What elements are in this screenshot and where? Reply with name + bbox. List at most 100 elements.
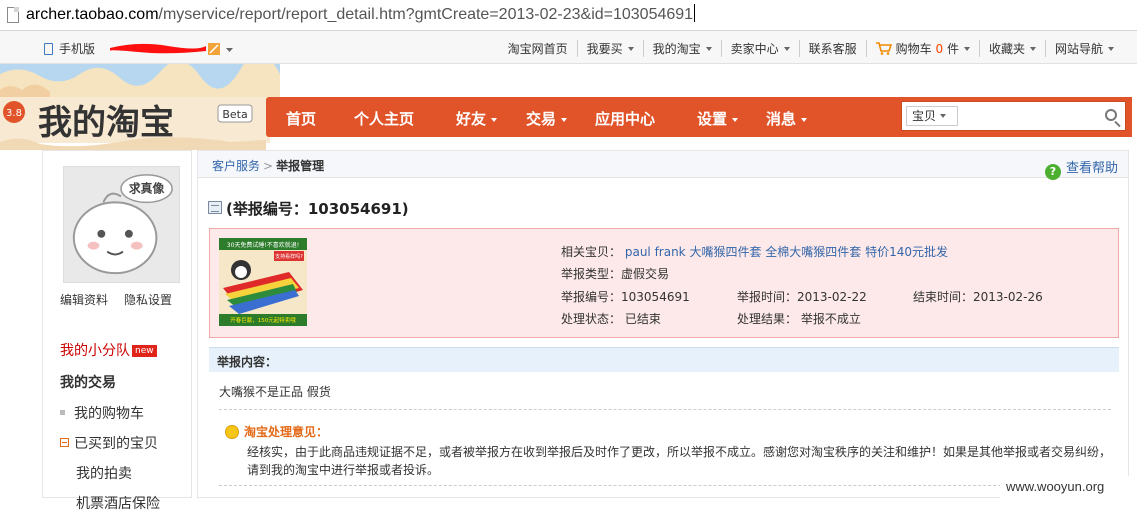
- info-value: 2013-02-26: [973, 290, 1043, 304]
- info-label: 结束时间：: [913, 290, 973, 304]
- edit-profile-link[interactable]: 编辑资料: [60, 293, 108, 307]
- info-label: 处理状态：: [561, 312, 621, 326]
- info-label: 举报类型：: [561, 267, 621, 281]
- top-nav-cart[interactable]: 购物车 0 件: [866, 40, 979, 57]
- breadcrumb-separator: >: [263, 159, 273, 173]
- favorites-label: 收藏夹: [989, 42, 1025, 56]
- nav-settings[interactable]: 设置: [697, 108, 738, 129]
- top-nav-seller-label: 卖家中心: [731, 42, 779, 56]
- logo-date-badge: 3.8: [6, 108, 22, 119]
- info-label: 相关宝贝：: [561, 245, 621, 259]
- my-taobao-logo[interactable]: 3.8 我的淘宝 Beta: [0, 64, 280, 150]
- nav-friends-label: 好友: [456, 110, 486, 128]
- sidebar-item-bought[interactable]: 已买到的宝贝: [60, 433, 158, 453]
- privacy-settings-link[interactable]: 隐私设置: [124, 293, 172, 307]
- info-value: 103054691: [621, 290, 690, 304]
- collapse-icon[interactable]: [60, 438, 69, 447]
- nav-messages[interactable]: 消息: [766, 108, 807, 129]
- info-value: 2013-02-22: [797, 290, 867, 304]
- help-link[interactable]: ? 查看帮助: [1045, 157, 1118, 180]
- my-group-link[interactable]: 我的小分队new: [60, 340, 157, 360]
- chevron-down-icon: [226, 48, 233, 52]
- nav-home[interactable]: 首页: [286, 108, 316, 129]
- nav-friends[interactable]: 好友: [456, 108, 497, 129]
- info-type-row: 举报类型：虚假交易: [561, 265, 669, 282]
- divider: [219, 409, 1111, 410]
- info-product-row: 相关宝贝： paul frank 大嘴猴四件套 全棉大嘴猴四件套 特价140元批…: [561, 243, 948, 260]
- search-box: 宝贝: [901, 101, 1126, 131]
- avatar-bubble-text: 求真像: [129, 182, 165, 196]
- url-text[interactable]: archer.taobao.com/myservice/report/repor…: [26, 4, 695, 24]
- nav-trade-label: 交易: [526, 110, 556, 128]
- search-scope-select[interactable]: 宝贝: [906, 106, 958, 126]
- mobile-label: 手机版: [59, 42, 95, 56]
- sidebar-item-travel[interactable]: 机票酒店保险: [76, 493, 160, 513]
- phone-icon: [44, 43, 53, 55]
- breadcrumb-customer-service[interactable]: 客户服务: [212, 159, 260, 173]
- sidebar-item-label: 我的购物车: [74, 406, 144, 422]
- report-info-box: 30天免费试睡!不喜欢就退! 支持看样吗? 开春巨献，150元起特卖哦 相关宝贝…: [209, 228, 1119, 338]
- report-title-text: (举报编号：103054691): [226, 200, 409, 218]
- group-label: 我的小分队: [60, 343, 130, 359]
- profile-links: 编辑资料 隐私设置: [60, 291, 188, 308]
- top-nav-buy-label: 我要买: [587, 42, 623, 56]
- sidebar-item-label: 机票酒店保险: [76, 496, 160, 512]
- site-top-bar: 手机版 淘宝网首页我要买 我的淘宝 卖家中心 联系客服购物车 0 件收藏夹 网站导航: [0, 31, 1137, 64]
- nav-personal-page[interactable]: 个人主页: [354, 108, 414, 129]
- avatar[interactable]: 求真像: [63, 166, 180, 283]
- top-nav-favorites[interactable]: 收藏夹: [979, 40, 1045, 57]
- logo-text: 我的淘宝: [38, 103, 174, 143]
- info-value: 虚假交易: [621, 267, 669, 281]
- cart-label: 购物车: [896, 42, 932, 56]
- chevron-down-icon: [628, 47, 634, 51]
- nav-home-label: 首页: [286, 110, 316, 128]
- top-nav-my-taobao-label: 我的淘宝: [653, 42, 701, 56]
- cart-count: 0: [935, 42, 943, 56]
- nav-app-label: 应用中心: [595, 110, 655, 128]
- top-nav-buy[interactable]: 我要买: [577, 40, 643, 57]
- info-value: 已结束: [625, 312, 661, 326]
- nav-trade[interactable]: 交易: [526, 108, 567, 129]
- nav-app-center[interactable]: 应用中心: [595, 108, 655, 129]
- sidebar-item-cart[interactable]: 我的购物车: [60, 403, 144, 423]
- breadcrumb: 客户服务>举报管理: [198, 151, 1128, 178]
- sidebar-item-label: 我的拍卖: [76, 466, 132, 482]
- sidebar-item-label: 已买到的宝贝: [74, 436, 158, 452]
- url-path: /myservice/report/report_detail.htm?gmtC…: [159, 6, 694, 23]
- chevron-down-icon: [940, 114, 946, 118]
- info-end-row: 结束时间：2013-02-26: [913, 288, 1043, 305]
- thumb-caption-bottom: 开春巨献，150元起特卖哦: [230, 316, 296, 324]
- chevron-down-icon: [491, 118, 497, 122]
- redacted-username: [108, 39, 238, 57]
- sidebar-item-auction[interactable]: 我的拍卖: [76, 463, 132, 483]
- nav-messages-label: 消息: [766, 110, 796, 128]
- search-input[interactable]: [964, 106, 1094, 126]
- help-icon: ?: [1045, 164, 1061, 180]
- report-content-text: 大嘴猴不是正品 假货: [219, 383, 331, 400]
- top-nav-site-nav[interactable]: 网站导航: [1045, 40, 1123, 57]
- sidebar-section-title: 我的交易: [60, 372, 116, 392]
- address-bar[interactable]: archer.taobao.com/myservice/report/repor…: [0, 0, 1137, 31]
- smiley-icon: [225, 425, 239, 439]
- info-id-row: 举报编号：103054691: [561, 288, 690, 305]
- chevron-down-icon: [732, 118, 738, 122]
- divider: [219, 485, 1111, 486]
- top-nav-seller-center[interactable]: 卖家中心: [721, 40, 799, 57]
- left-sidebar: 求真像 编辑资料隐私设置 我的小分队new 我的交易 我的购物车 已买到的宝贝 …: [42, 150, 192, 498]
- help-label: 查看帮助: [1066, 161, 1118, 176]
- top-nav: 淘宝网首页我要买 我的淘宝 卖家中心 联系客服购物车 0 件收藏夹 网站导航: [499, 40, 1123, 57]
- chevron-down-icon: [964, 47, 970, 51]
- page-title: (举报编号：103054691): [208, 198, 409, 219]
- top-nav-customer-service[interactable]: 联系客服: [799, 40, 866, 57]
- new-badge: new: [132, 345, 157, 357]
- top-nav-home[interactable]: 淘宝网首页: [499, 40, 577, 57]
- opinion-title-text: 淘宝处理意见：: [244, 425, 328, 439]
- chevron-down-icon: [801, 118, 807, 122]
- search-icon[interactable]: [1105, 109, 1117, 121]
- product-link[interactable]: paul frank 大嘴猴四件套 全棉大嘴猴四件套 特价140元批发: [625, 245, 948, 259]
- product-thumbnail[interactable]: 30天免费试睡!不喜欢就退! 支持看样吗? 开春巨献，150元起特卖哦: [219, 238, 307, 326]
- top-nav-my-taobao[interactable]: 我的淘宝: [643, 40, 721, 57]
- report-content-header: 举报内容：: [209, 347, 1119, 372]
- chevron-down-icon: [1030, 47, 1036, 51]
- mobile-version-link[interactable]: 手机版: [44, 40, 95, 57]
